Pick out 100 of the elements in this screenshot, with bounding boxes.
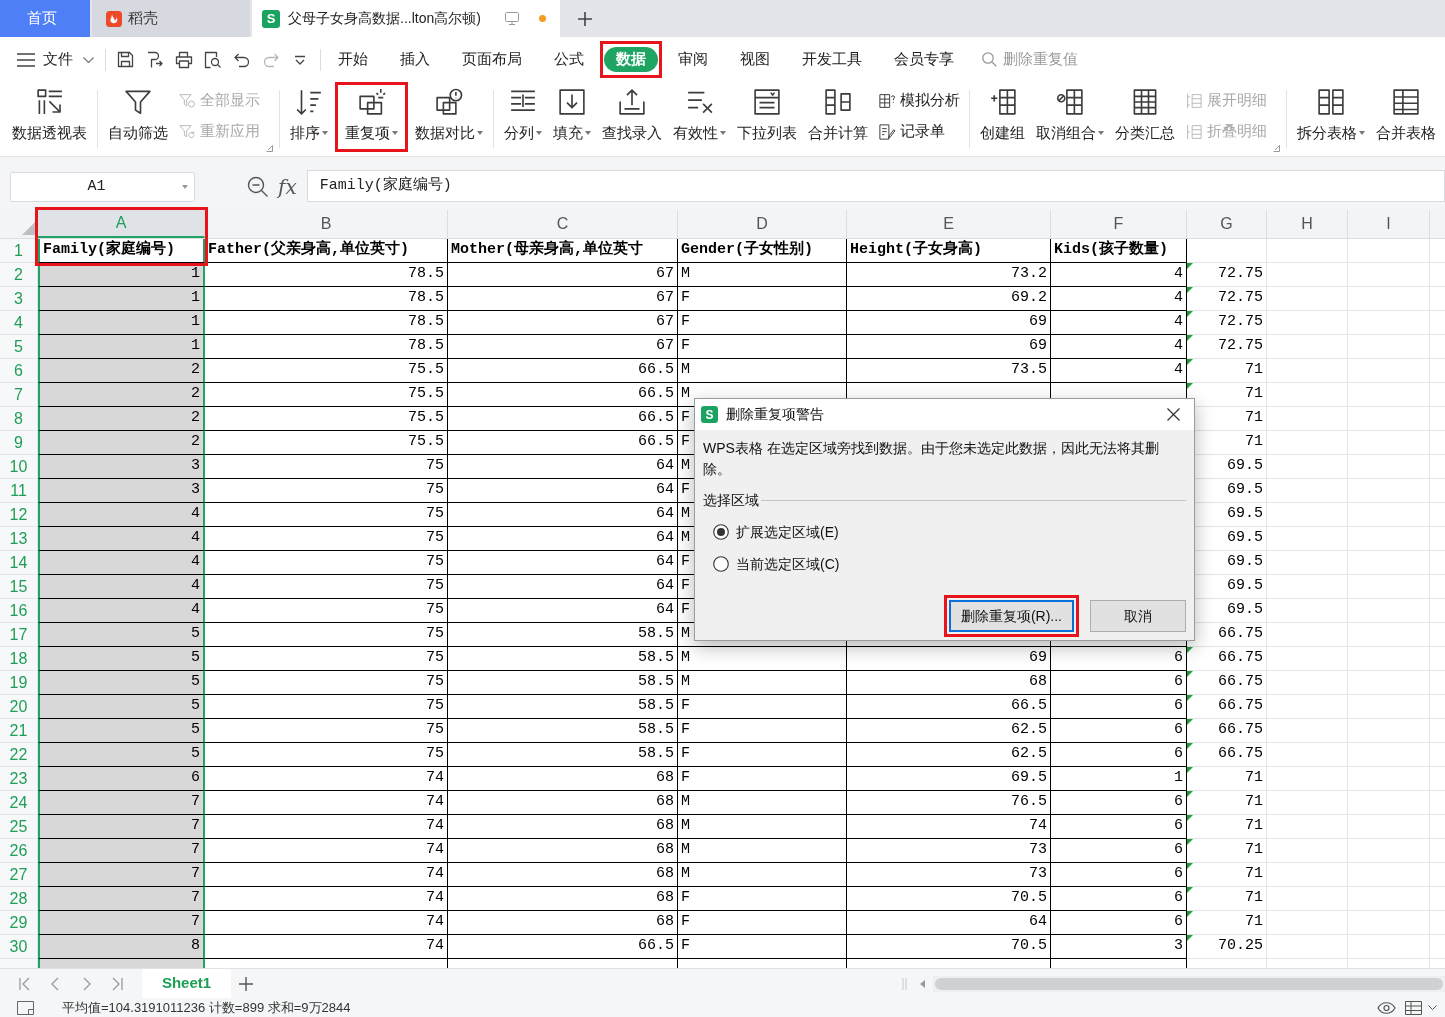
table-cell: 73.2 <box>847 263 1051 287</box>
ribbon-button[interactable]: 模拟分析 <box>875 85 963 116</box>
ribbon-button[interactable]: 拆分表格 <box>1293 85 1369 143</box>
menu-icon <box>17 52 35 67</box>
search-field[interactable]: 删除重复值 <box>982 48 1103 71</box>
ribbon-button[interactable]: 排序 <box>286 85 332 143</box>
column-header[interactable]: I <box>1348 210 1430 238</box>
table-cell: 4 <box>1051 335 1187 359</box>
menu-tab[interactable]: 开发工具 <box>790 47 874 72</box>
ribbon-button[interactable]: 数据对比 <box>411 85 487 143</box>
row-number[interactable]: 4 <box>0 311 38 335</box>
menu-tab[interactable]: 插入 <box>388 47 442 72</box>
previous-sheet-icon[interactable] <box>50 976 61 991</box>
print-preview-icon[interactable] <box>204 50 222 69</box>
table-cell: 74 <box>205 767 448 791</box>
table-cell: 75 <box>205 599 448 623</box>
column-header[interactable]: C <box>448 210 678 238</box>
document-tab[interactable]: S 父母子女身高数据...lton高尔顿) <box>252 0 560 37</box>
table-cell: 68 <box>448 863 678 887</box>
formula-field[interactable]: Family(家庭编号) <box>306 170 1445 202</box>
name-box[interactable]: A1 <box>10 172 195 202</box>
ribbon-button[interactable]: 取消组合 <box>1032 85 1108 143</box>
first-sheet-icon[interactable] <box>19 976 30 991</box>
row-number[interactable]: 19 <box>0 671 38 695</box>
scroll-left-icon[interactable] <box>920 979 925 988</box>
launcher-icon[interactable] <box>1273 145 1280 152</box>
menu-tab[interactable]: 页面布局 <box>450 47 534 72</box>
curve-arrow-icon[interactable] <box>146 50 164 69</box>
ribbon-button[interactable]: 分列 <box>500 85 546 143</box>
row-number[interactable]: 16 <box>0 599 38 623</box>
file-menu[interactable]: 文件 <box>17 48 94 71</box>
row-number[interactable]: 30 <box>0 935 38 959</box>
plus-icon[interactable] <box>578 11 592 26</box>
ribbon-button[interactable]: 记录单 <box>875 116 963 147</box>
ribbon-button[interactable]: 数据透视表 <box>8 85 91 143</box>
table-cell: F <box>678 335 847 359</box>
ribbon-button[interactable]: 重复项 <box>341 85 402 143</box>
table-cell: 74 <box>205 815 448 839</box>
ribbon-button[interactable]: 有效性 <box>669 85 730 143</box>
radio-icon[interactable] <box>713 524 729 540</box>
ribbon-button[interactable]: 合并表格 <box>1372 85 1440 143</box>
dialog-button[interactable]: 删除重复项(R)... <box>948 600 1074 632</box>
table-cell: 5 <box>38 695 205 719</box>
table-cell: F <box>678 695 847 719</box>
monitor-icon <box>505 12 519 25</box>
launcher-icon[interactable] <box>266 145 273 152</box>
next-sheet-icon[interactable] <box>81 976 92 991</box>
table-cell: M <box>678 791 847 815</box>
column-header[interactable]: E <box>847 210 1051 238</box>
eye-icon[interactable] <box>1377 1001 1396 1014</box>
dropdown-list-icon <box>752 87 782 117</box>
table-cell: 75 <box>205 575 448 599</box>
table-cell: 58.5 <box>448 623 678 647</box>
menu-tab[interactable]: 审阅 <box>666 47 720 72</box>
menu-tab[interactable]: 会员专享 <box>882 47 966 72</box>
menu-tab[interactable]: 开始 <box>326 47 380 72</box>
menu-tab[interactable]: 视图 <box>728 47 782 72</box>
table-cell: 5 <box>38 719 205 743</box>
table-cell: 68 <box>847 671 1051 695</box>
column-header[interactable]: H <box>1267 210 1348 238</box>
menu-tab[interactable]: 公式 <box>542 47 596 72</box>
column-header[interactable]: G <box>1187 210 1267 238</box>
table-cell: F <box>678 887 847 911</box>
sheet-tab[interactable]: Sheet1 <box>142 969 231 998</box>
table-cell: 4 <box>38 503 205 527</box>
dialog-button[interactable]: 取消 <box>1090 600 1186 632</box>
ribbon-button[interactable]: 分类汇总 <box>1111 85 1179 143</box>
table-cell: 7 <box>38 839 205 863</box>
table-icon[interactable] <box>1405 1000 1422 1015</box>
column-header[interactable]: B <box>205 210 448 238</box>
table-cell: 67 <box>448 287 678 311</box>
column-header[interactable]: D <box>678 210 847 238</box>
ribbon-button[interactable]: 填充 <box>549 85 595 143</box>
funnel-refresh-icon <box>178 122 196 141</box>
close-icon[interactable] <box>1167 408 1180 421</box>
radio-icon[interactable] <box>713 556 729 572</box>
table-cell: 3 <box>1051 935 1187 959</box>
table-cell: 68 <box>448 839 678 863</box>
last-sheet-icon[interactable] <box>112 976 123 991</box>
save-icon[interactable] <box>117 50 135 69</box>
row-number[interactable]: 18 <box>0 647 38 671</box>
compare-icon <box>434 87 464 117</box>
app-tab[interactable]: 稻壳 <box>92 0 250 37</box>
table-cell: 64 <box>448 479 678 503</box>
plus-icon[interactable] <box>239 976 253 991</box>
row-number[interactable]: 14 <box>0 551 38 575</box>
table-cell: 64 <box>448 455 678 479</box>
ribbon-button[interactable]: 合并计算 <box>804 85 872 143</box>
ribbon-button[interactable]: 下拉列表 <box>733 85 801 143</box>
row-number[interactable]: 10 <box>0 455 38 479</box>
ribbon-button[interactable]: 创建组 <box>976 85 1029 143</box>
home-tab[interactable]: 首页 <box>0 0 90 37</box>
print-icon[interactable] <box>175 50 193 69</box>
ribbon-button[interactable]: 自动筛选 <box>104 85 172 143</box>
chevron-down-icon[interactable] <box>1428 1005 1437 1010</box>
row-number[interactable]: 13 <box>0 527 38 551</box>
ribbon-button[interactable]: 查找录入 <box>598 85 666 143</box>
column-header[interactable]: F <box>1051 210 1187 238</box>
table-cell: 75 <box>205 455 448 479</box>
table-cell: 75 <box>205 623 448 647</box>
